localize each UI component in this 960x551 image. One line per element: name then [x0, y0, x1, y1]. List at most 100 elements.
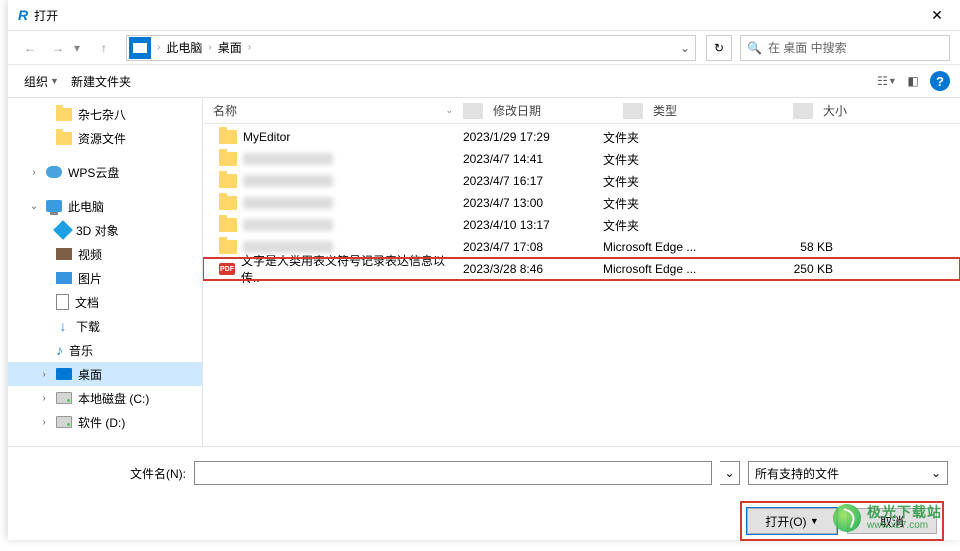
- column-headers: 名称⌄ 修改日期 类型 大小: [203, 98, 960, 124]
- tree-item[interactable]: ♪ 音乐: [8, 338, 202, 362]
- chevron-icon: ›: [38, 393, 50, 404]
- help-button[interactable]: ?: [930, 71, 950, 91]
- tree-item-label: 软件 (D:): [78, 414, 125, 431]
- folder-icon: [219, 218, 237, 232]
- tree-item[interactable]: ›本地磁盘 (C:): [8, 386, 202, 410]
- tree-item-label: 此电脑: [68, 198, 104, 215]
- tree-item[interactable]: ›桌面: [8, 362, 202, 386]
- chevron-icon: ›: [38, 417, 50, 428]
- filename-label: 文件名(N):: [130, 465, 186, 482]
- forward-button: →: [46, 36, 70, 60]
- new-folder-button[interactable]: 新建文件夹: [65, 69, 137, 94]
- 3d-icon: [56, 223, 70, 237]
- tree-item-label: 桌面: [78, 366, 102, 383]
- file-rows: MyEditor2023/1/29 17:29文件夹2023/4/7 14:41…: [203, 124, 960, 446]
- header-date[interactable]: 修改日期: [483, 102, 623, 119]
- file-type: 文件夹: [603, 195, 753, 212]
- location-icon: [129, 37, 151, 59]
- doc-icon: [56, 294, 69, 310]
- watermark: 极光下载站 www.xz7.com: [833, 504, 942, 532]
- dl-icon: ↓: [56, 319, 70, 333]
- view-mode-button[interactable]: ☷ ▼: [874, 69, 900, 93]
- filetype-filter[interactable]: 所有支持的文件 ⌄: [748, 461, 948, 485]
- tree-item[interactable]: ›网络: [8, 444, 202, 446]
- tree-item-label: 资源文件: [78, 130, 126, 147]
- preview-pane-button[interactable]: ◧: [900, 69, 926, 93]
- refresh-button[interactable]: ↻: [706, 35, 732, 61]
- new-folder-label: 新建文件夹: [71, 73, 131, 90]
- tree-item[interactable]: 文档: [8, 290, 202, 314]
- breadcrumb-item[interactable]: 桌面: [216, 39, 244, 56]
- header-name[interactable]: 名称⌄: [203, 102, 463, 119]
- back-button[interactable]: ←: [18, 36, 42, 60]
- chevron-down-icon: ⌄: [931, 466, 941, 480]
- video-icon: [56, 248, 72, 260]
- tree-item[interactable]: 图片: [8, 266, 202, 290]
- file-date: 2023/4/7 17:08: [463, 240, 603, 254]
- organize-menu[interactable]: 组织 ▼: [18, 69, 65, 94]
- desk-icon: [56, 368, 72, 380]
- footer: 文件名(N): ⌄ 所有支持的文件 ⌄ 打开(O) ▼ 取消: [8, 446, 960, 551]
- tree-item-label: 图片: [78, 270, 102, 287]
- file-row[interactable]: 2023/4/10 13:17文件夹: [203, 214, 960, 236]
- chevron-icon: ›: [28, 167, 40, 178]
- dialog-title: 打开: [34, 7, 58, 24]
- file-row[interactable]: 2023/4/7 16:17文件夹: [203, 170, 960, 192]
- header-size[interactable]: 大小: [813, 102, 913, 119]
- file-row[interactable]: MyEditor2023/1/29 17:29文件夹: [203, 126, 960, 148]
- file-type: 文件夹: [603, 217, 753, 234]
- search-input[interactable]: 🔍 在 桌面 中搜索: [740, 35, 950, 61]
- filename-input[interactable]: [194, 461, 712, 485]
- tree-item-label: 音乐: [69, 342, 93, 359]
- chevron-right-icon: ›: [208, 42, 211, 53]
- file-row[interactable]: 2023/4/7 13:00文件夹: [203, 192, 960, 214]
- file-date: 2023/4/10 13:17: [463, 218, 603, 232]
- file-row[interactable]: 2023/4/7 14:41文件夹: [203, 148, 960, 170]
- file-date: 2023/4/7 13:00: [463, 196, 603, 210]
- open-button[interactable]: 打开(O) ▼: [747, 508, 837, 534]
- watermark-logo-icon: [833, 504, 861, 532]
- main-area: 杂七杂八资源文件›WPS云盘⌄此电脑3D 对象视频图片文档↓下载♪音乐›桌面›本…: [8, 98, 960, 446]
- header-type[interactable]: 类型: [643, 102, 793, 119]
- nav-tree[interactable]: 杂七杂八资源文件›WPS云盘⌄此电脑3D 对象视频图片文档↓下载♪音乐›桌面›本…: [8, 98, 203, 446]
- music-icon: ♪: [56, 342, 63, 358]
- search-placeholder: 在 桌面 中搜索: [768, 39, 847, 56]
- tree-item[interactable]: ↓下载: [8, 314, 202, 338]
- file-name: 文字是人类用表义符号记录表达信息以传..: [241, 252, 463, 286]
- filename-dropdown-icon[interactable]: ⌄: [720, 461, 740, 485]
- pc-icon: [46, 200, 62, 212]
- search-icon: 🔍: [747, 41, 762, 55]
- tree-item[interactable]: 资源文件: [8, 126, 202, 150]
- chevron-right-icon: ›: [157, 42, 160, 53]
- cloud-icon: [46, 166, 62, 178]
- file-type: Microsoft Edge ...: [603, 240, 753, 254]
- close-button[interactable]: ✕: [914, 0, 960, 30]
- watermark-cn: 极光下载站: [867, 505, 942, 520]
- breadcrumb[interactable]: › 此电脑 › 桌面 › ⌄: [126, 35, 696, 61]
- breadcrumb-item[interactable]: 此电脑: [164, 39, 204, 56]
- chevron-right-icon: ›: [248, 42, 251, 53]
- file-row[interactable]: PDF文字是人类用表义符号记录表达信息以传..2023/3/28 8:46Mic…: [203, 258, 960, 280]
- tree-item[interactable]: 视频: [8, 242, 202, 266]
- tree-item[interactable]: › 软件 (D:): [8, 410, 202, 434]
- tree-item[interactable]: 3D 对象: [8, 218, 202, 242]
- tree-item-label: 杂七杂八: [78, 106, 126, 123]
- folder-icon: [56, 132, 72, 145]
- up-button[interactable]: ↑: [92, 36, 116, 60]
- file-name: MyEditor: [243, 130, 290, 144]
- file-type: 文件夹: [603, 151, 753, 168]
- pdf-icon: PDF: [219, 263, 235, 275]
- tree-item-label: 视频: [78, 246, 102, 263]
- history-dropdown-icon[interactable]: ▾: [74, 41, 88, 55]
- app-icon: R: [18, 7, 28, 23]
- tree-item[interactable]: 杂七杂八: [8, 102, 202, 126]
- open-dialog: R 打开 ✕ ← → ▾ ↑ › 此电脑 › 桌面 › ⌄ ↻ 🔍 在 桌面 中…: [8, 0, 960, 540]
- tree-item[interactable]: ⌄此电脑: [8, 194, 202, 218]
- file-size: 250 KB: [753, 262, 853, 276]
- organize-label: 组织: [24, 73, 48, 90]
- folder-icon: [56, 108, 72, 121]
- tree-item[interactable]: ›WPS云盘: [8, 160, 202, 184]
- breadcrumb-dropdown-icon[interactable]: ⌄: [675, 41, 695, 55]
- folder-icon: [219, 240, 237, 254]
- folder-icon: [219, 196, 237, 210]
